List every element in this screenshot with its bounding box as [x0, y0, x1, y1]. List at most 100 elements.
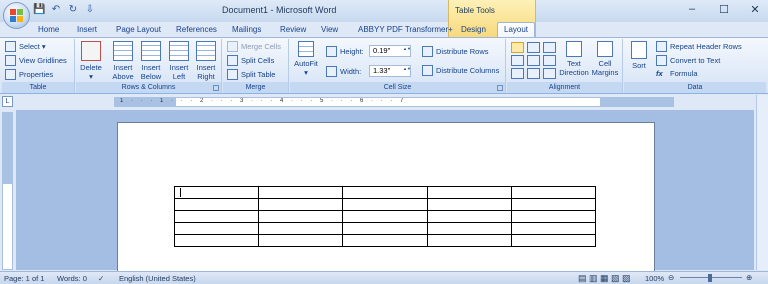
tab-home[interactable]: Home	[38, 23, 59, 37]
align-top-left-icon[interactable]	[511, 42, 524, 53]
distribute-columns-button[interactable]: Distribute Columns	[422, 65, 499, 76]
tab-selector[interactable]: L	[2, 96, 13, 107]
table-cell[interactable]	[258, 222, 344, 235]
distribute-rows-button[interactable]: Distribute Rows	[422, 46, 489, 57]
split-cells-button[interactable]: Split Cells	[227, 55, 274, 66]
delete-table-icon	[81, 41, 101, 61]
repeat-header-rows-button[interactable]: Repeat Header Rows	[656, 41, 742, 52]
tab-insert[interactable]: Insert	[77, 23, 97, 37]
table-cell[interactable]	[258, 210, 344, 223]
insert-below-button[interactable]: Insert Below	[138, 41, 164, 81]
formula-button[interactable]: fx Formula	[656, 69, 698, 78]
merge-cells-button[interactable]: Merge Cells	[227, 41, 281, 52]
autofit-button[interactable]: AutoFit ▾	[292, 41, 320, 77]
width-input[interactable]: 1.33"	[369, 65, 411, 77]
table-cell[interactable]	[510, 234, 597, 247]
split-table-button[interactable]: Split Table	[227, 69, 275, 80]
table-cell[interactable]	[258, 234, 344, 247]
tab-design[interactable]: Design	[461, 23, 486, 37]
table-cell[interactable]	[510, 210, 597, 223]
align-bottom-right-icon[interactable]	[543, 68, 556, 79]
table-cell[interactable]	[426, 234, 512, 247]
align-bottom-center-icon[interactable]	[527, 68, 540, 79]
table-cell[interactable]	[258, 198, 344, 211]
tab-references[interactable]: References	[176, 23, 217, 37]
tab-view[interactable]: View	[321, 23, 338, 37]
tab-review[interactable]: Review	[280, 23, 306, 37]
align-center-icon[interactable]	[527, 55, 540, 66]
view-buttons[interactable]: ▤ ▥ ▦ ▧ ▨	[578, 273, 631, 284]
sort-button[interactable]: Sort	[628, 41, 650, 70]
office-button[interactable]	[3, 2, 30, 29]
table-cell[interactable]	[173, 234, 260, 247]
zoom-in-icon[interactable]: ⊕	[746, 273, 752, 282]
align-top-center-icon[interactable]	[527, 42, 540, 53]
table-cell[interactable]	[426, 186, 512, 199]
redo-icon[interactable]: ↻	[67, 4, 79, 16]
close-button[interactable]: ✕	[748, 3, 762, 16]
table-cell[interactable]	[426, 198, 512, 211]
minimize-button[interactable]: –	[685, 3, 699, 15]
insert-right-button[interactable]: Insert Right	[193, 41, 219, 81]
align-center-left-icon[interactable]	[511, 55, 524, 66]
height-input[interactable]: 0.19"	[369, 45, 411, 57]
proofing-icon[interactable]: ✓	[98, 274, 104, 283]
table-cell[interactable]	[510, 198, 597, 211]
view-gridlines-button[interactable]: View Gridlines	[5, 55, 67, 66]
table-cell[interactable]	[510, 186, 597, 199]
align-top-right-icon[interactable]	[543, 42, 556, 53]
select-button[interactable]: Select ▾	[5, 41, 46, 52]
document-table[interactable]	[173, 186, 597, 247]
quick-access-toolbar: 💾 ↶ ↻ ⇩	[33, 4, 96, 16]
page-count[interactable]: Page: 1 of 1	[4, 274, 44, 283]
select-icon	[5, 41, 16, 52]
word-count[interactable]: Words: 0	[57, 274, 87, 283]
horizontal-ruler-row: L 1 · · · 1 · · · 2 · · · 3 · · · 4 · · …	[0, 95, 768, 109]
group-label-alignment: Alignment	[507, 82, 622, 93]
delete-button[interactable]: Delete ▾	[79, 41, 103, 81]
insert-left-button[interactable]: Insert Left	[166, 41, 192, 81]
table-cell[interactable]	[342, 210, 428, 223]
tab-page-layout[interactable]: Page Layout	[116, 23, 161, 37]
rows-columns-dialog-launcher-icon[interactable]	[213, 85, 219, 91]
language-status[interactable]: English (United States)	[119, 274, 196, 283]
table-cell[interactable]	[342, 198, 428, 211]
save-icon[interactable]: 💾	[33, 4, 45, 16]
table-cell[interactable]	[342, 186, 428, 199]
text-cursor	[180, 188, 181, 197]
zoom-slider-thumb[interactable]	[708, 274, 712, 282]
undo-icon[interactable]: ↶	[50, 4, 62, 16]
table-cell[interactable]	[173, 222, 260, 235]
table-cell[interactable]	[426, 222, 512, 235]
customize-qat-icon[interactable]: ⇩	[84, 4, 96, 16]
group-cell-size: AutoFit▾ Height:0.19" Width:1.33" Distri…	[290, 39, 506, 93]
vertical-scrollbar[interactable]	[756, 95, 768, 270]
table-cell[interactable]	[173, 186, 260, 199]
table-cell[interactable]	[426, 210, 512, 223]
sort-az-icon	[631, 41, 647, 59]
zoom-out-icon[interactable]: ⊖	[668, 273, 674, 282]
properties-button[interactable]: Properties	[5, 69, 53, 80]
table-cell[interactable]	[510, 222, 597, 235]
table-cell[interactable]	[258, 186, 344, 199]
align-center-right-icon[interactable]	[543, 55, 556, 66]
tab-abbyy[interactable]: ABBYY PDF Transformer+	[358, 23, 453, 37]
table-cell[interactable]	[173, 198, 260, 211]
insert-left-icon	[169, 41, 189, 61]
insert-above-button[interactable]: Insert Above	[110, 41, 136, 81]
title-bar	[0, 0, 768, 22]
group-table: Select ▾ View Gridlines Properties Table	[2, 39, 75, 93]
table-cell[interactable]	[342, 222, 428, 235]
gridlines-icon	[5, 55, 16, 66]
text-direction-button[interactable]: Text Direction	[559, 41, 589, 77]
tab-layout[interactable]: Layout	[497, 22, 536, 37]
table-cell[interactable]	[173, 210, 260, 223]
tab-mailings[interactable]: Mailings	[232, 23, 261, 37]
maximize-button[interactable]: ☐	[717, 3, 731, 16]
cell-size-dialog-launcher-icon[interactable]	[497, 85, 503, 91]
zoom-level[interactable]: 100%	[645, 274, 664, 283]
align-bottom-left-icon[interactable]	[511, 68, 524, 79]
cell-margins-button[interactable]: Cell Margins	[591, 41, 619, 77]
convert-to-text-button[interactable]: Convert to Text	[656, 55, 720, 66]
table-cell[interactable]	[342, 234, 428, 247]
